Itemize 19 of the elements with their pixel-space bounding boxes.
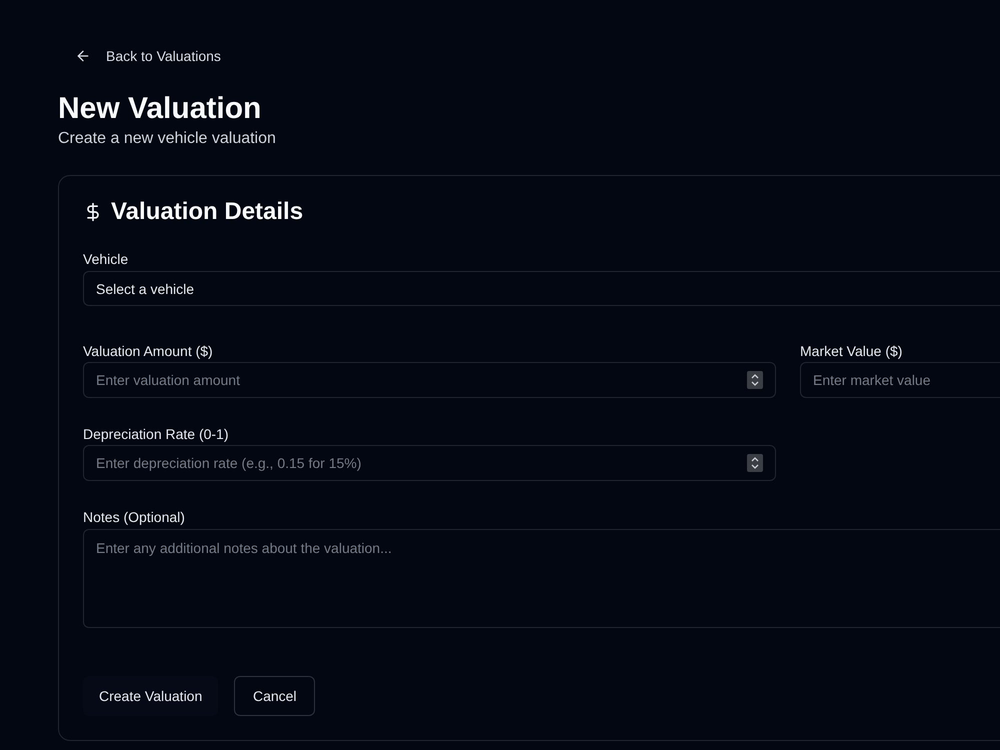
card-title: Valuation Details [111,197,304,227]
field-label: Notes (Optional) [83,508,186,527]
notes-textarea[interactable]: Enter any additional notes about the valuation... [83,529,1000,628]
page-title: New Valuation [58,91,262,127]
number-input-field[interactable]: Enter valuation amount [83,362,776,398]
field-label: Market Value ($) [800,342,904,361]
cancel-button[interactable]: Cancel [234,676,316,716]
input-field[interactable]: Enter market value [800,362,1000,398]
field-label: Valuation Amount ($) [83,342,214,361]
create-valuation-button[interactable]: Create Valuation [83,676,218,716]
field-label: Depreciation Rate (0-1) [83,425,230,444]
page-subtitle: Create a new vehicle valuation [58,129,277,149]
arrow-left-icon [75,48,91,64]
vehicle-select[interactable]: Select a vehicle [83,271,1000,306]
field-label: Vehicle [83,250,130,269]
stepper-arrows-icon[interactable] [747,371,763,389]
number-input-field[interactable]: Enter depreciation rate (e.g., 0.15 for 15%) [83,445,776,481]
back-link[interactable]: Back to Valuations [66,38,233,74]
stepper-arrows-icon[interactable] [747,454,763,472]
